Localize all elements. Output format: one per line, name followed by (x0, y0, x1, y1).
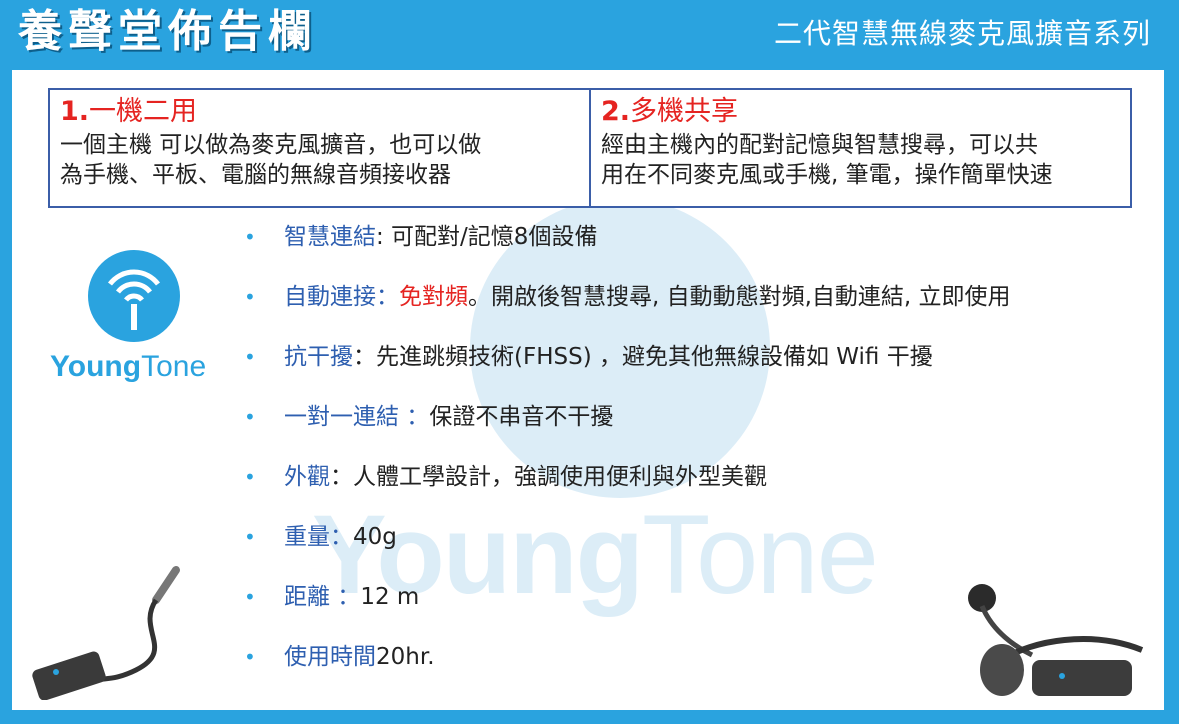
youngtone-logo-icon (88, 250, 180, 342)
slide-frame: 養聲堂佈告欄 二代智慧無線麥克風擴音系列 YoungTone 1.一機二用 一個… (0, 0, 1179, 724)
bulletin-title: 養聲堂佈告欄 (18, 6, 318, 57)
list-item: • 外觀：人體工學設計，強調使用便利與外型美觀 (244, 460, 1144, 520)
spec-key: 重量： (284, 524, 353, 550)
spec-value: 20hr. (376, 644, 435, 670)
series-subtitle: 二代智慧無線麥克風擴音系列 (773, 17, 1151, 50)
brand-logo: YoungTone (50, 250, 220, 400)
spec-value: 40g (353, 524, 397, 550)
spec-highlight: 免對頻 (399, 284, 468, 310)
wireless-receiver-image (32, 566, 180, 700)
feature-number: 1. (60, 96, 90, 127)
bullet-glyph: • (244, 345, 256, 369)
bullet-glyph: • (244, 585, 256, 609)
feature-desc-line: 用在不同麥克風或手機, 筆電，操作簡單快速 (601, 162, 1053, 188)
feature-cell: 1.一機二用 一個主機 可以做為麥克風擴音，也可以做 為手機、平板、電腦的無線音… (50, 90, 589, 206)
feature-title: 一機二用 (89, 96, 198, 127)
list-item: • 抗干擾：先進跳頻技術(FHSS) ，避免其他無線設備如 Wifi 干擾 (244, 340, 1144, 400)
bullet-glyph: • (244, 405, 256, 429)
spec-value: : 可配對/記憶8個設備 (376, 224, 598, 250)
feature-title: 多機共享 (630, 96, 739, 127)
spec-key: 外觀 (284, 464, 330, 490)
spec-key: 使用時間 (284, 644, 376, 670)
signal-icon (108, 269, 160, 330)
feature-desc-line: 一個主機 可以做為麥克風擴音，也可以做 (60, 132, 482, 158)
features-table: 1.一機二用 一個主機 可以做為麥克風擴音，也可以做 為手機、平板、電腦的無線音… (48, 88, 1132, 208)
spec-key: 智慧連結 (284, 224, 376, 250)
content-panel: YoungTone 1.一機二用 一個主機 可以做為麥克風擴音，也可以做 為手機… (12, 70, 1164, 710)
logo-wordmark: YoungTone (50, 350, 206, 384)
spec-value: 。開啟後智慧搜尋, 自動動態對頻,自動連結, 立即使用 (468, 284, 1011, 310)
logo-brand-thin: Tone (141, 350, 207, 383)
bullet-glyph: • (244, 465, 256, 489)
list-item: • 一對一連結 ：保證不串音不干擾 (244, 400, 1144, 460)
spec-value: ：人體工學設計，強調使用便利與外型美觀 (330, 464, 767, 490)
feature-desc-line: 為手機、平板、電腦的無線音頻接收器 (60, 162, 451, 188)
feature-desc-line: 經由主機內的配對記憶與智慧搜尋，可以共 (601, 132, 1038, 158)
bullet-glyph: • (244, 225, 256, 249)
bullet-glyph: • (244, 525, 256, 549)
spec-key: 距離 ： (284, 584, 361, 610)
header-bar: 養聲堂佈告欄 二代智慧無線麥克風擴音系列 (0, 0, 1179, 68)
spec-key: 抗干擾 (284, 344, 353, 370)
bullet-glyph: • (244, 645, 256, 669)
feature-cell: 2.多機共享 經由主機內的配對記憶與智慧搜尋，可以共 用在不同麥克風或手機, 筆… (589, 90, 1130, 206)
logo-brand-bold: Young (50, 350, 142, 383)
spec-value: 12 m (360, 584, 420, 610)
list-item: • 智慧連結: 可配對/記憶8個設備 (244, 220, 1144, 280)
spec-key: 自動連接： (284, 284, 399, 310)
feature-number: 2. (601, 96, 631, 127)
spec-value: 保證不串音不干擾 (429, 404, 614, 430)
headset-microphone-image (968, 584, 1144, 696)
bullet-glyph: • (244, 285, 256, 309)
spec-key: 一對一連結 ： (284, 404, 430, 430)
list-item: • 自動連接：免對頻。開啟後智慧搜尋, 自動動態對頻,自動連結, 立即使用 (244, 280, 1144, 340)
spec-value: ：先進跳頻技術(FHSS) ，避免其他無線設備如 Wifi 干擾 (353, 344, 933, 370)
